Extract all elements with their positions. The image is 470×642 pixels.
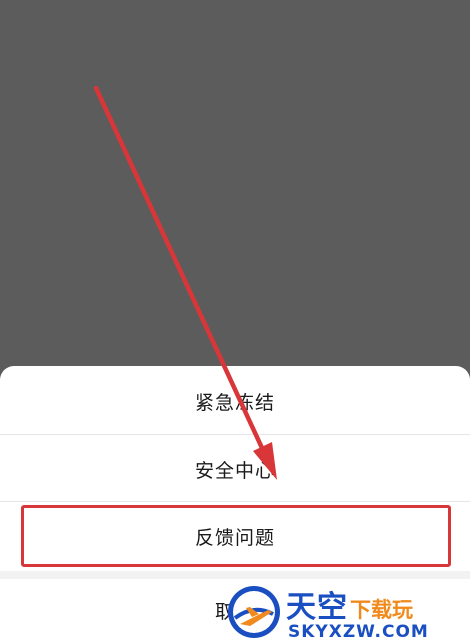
airplane-logo-icon [228, 586, 280, 638]
watermark-sub-text: 下载玩 [350, 598, 413, 622]
watermark-domain: SKYXZW.COM [288, 622, 429, 642]
annotation-arrow-icon [93, 85, 277, 480]
watermark-main-text: 天空 [286, 590, 348, 625]
watermark-title: 天空 下载玩 [286, 582, 413, 626]
site-watermark: 天空 下载玩 SKYXZW.COM [226, 582, 470, 642]
